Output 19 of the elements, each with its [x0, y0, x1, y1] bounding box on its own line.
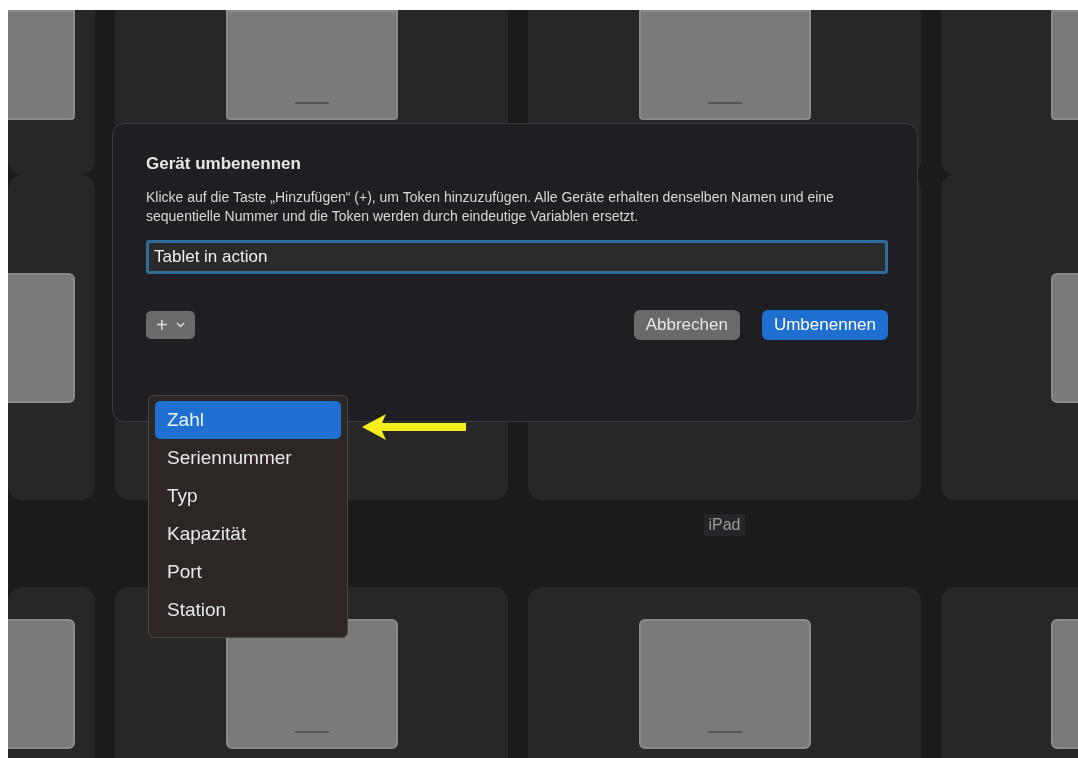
- tablet-icon: [638, 10, 811, 120]
- device-label: iPad: [704, 514, 745, 536]
- menu-item[interactable]: Station: [155, 591, 341, 629]
- tablet-icon: [638, 619, 811, 749]
- cancel-button[interactable]: Abbrechen: [633, 310, 740, 340]
- add-token-button[interactable]: +: [146, 311, 195, 339]
- menu-item[interactable]: Port: [155, 553, 341, 591]
- menu-item[interactable]: Zahl: [155, 401, 341, 439]
- name-input-field[interactable]: Tablet in action: [146, 240, 888, 274]
- caret-icon: [175, 322, 185, 328]
- dialog-description: Klicke auf die Taste „Hinzufügen“ (+), um Token hinzuzufügen. Alle Geräte erhalten denselben Namen und eine sequentielle Nummer und die Token werden durch eindeutige Variablen ersetzt.: [146, 188, 835, 226]
- menu-item[interactable]: Seriennummer: [155, 439, 341, 477]
- menu-item[interactable]: Typ: [155, 477, 341, 515]
- device-tile[interactable]: [8, 175, 95, 500]
- device-tile[interactable]: [8, 10, 95, 175]
- menu-item[interactable]: Kapazität: [155, 515, 341, 553]
- tablet-icon: [225, 10, 398, 120]
- dialog-title: Gerät umbenennen: [146, 154, 302, 174]
- rename-button[interactable]: Umbenennen: [761, 310, 888, 340]
